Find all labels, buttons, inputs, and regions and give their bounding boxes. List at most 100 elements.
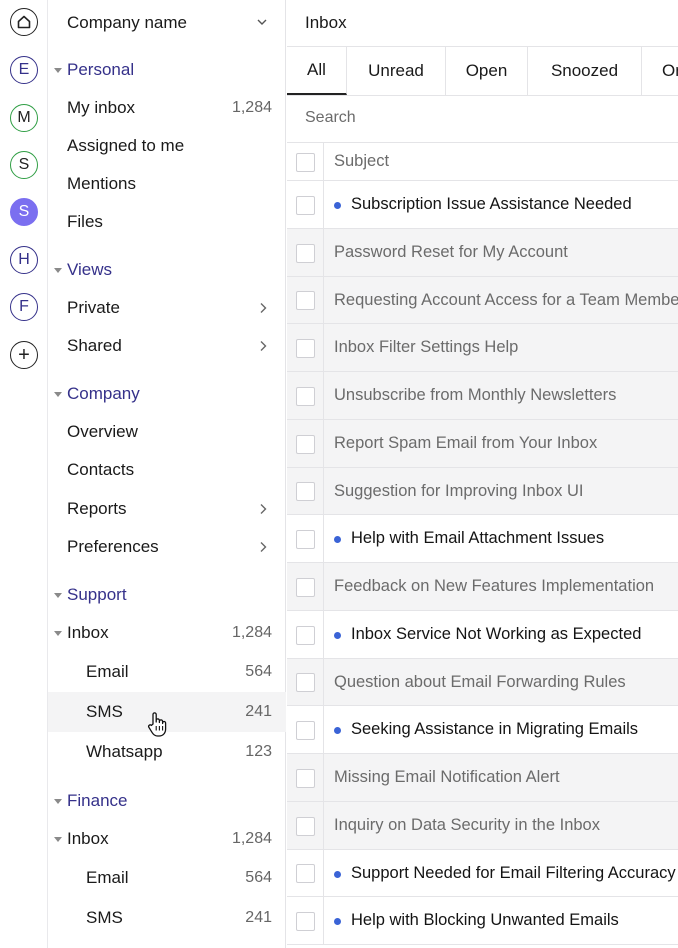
sidebar-item-label: Reports [67, 499, 127, 518]
workspace-f-button[interactable]: F [10, 293, 38, 321]
count-badge: 123 [245, 743, 272, 760]
workspace-letter: H [18, 251, 30, 268]
workspace-s-active-button[interactable]: S [10, 198, 38, 226]
row-checkbox[interactable] [296, 721, 315, 740]
table-row[interactable]: Inquiry on Data Security in the Inbox [287, 802, 678, 850]
sidebar: Company name Personal My inbox 1,284 Ass… [48, 0, 286, 948]
sidebar-item-shared[interactable]: Shared [48, 327, 286, 365]
section-heading: Support [67, 585, 127, 604]
sidebar-item-support-email[interactable]: Email 564 [48, 653, 286, 691]
row-checkbox[interactable] [296, 196, 315, 215]
company-switcher[interactable]: Company name [48, 0, 286, 46]
table-row[interactable]: Feedback on New Features Implementation [287, 563, 678, 611]
workspace-m-button[interactable]: M [10, 104, 38, 132]
count-badge: 241 [245, 909, 272, 926]
message-subject: Inbox Service Not Working as Expected [351, 625, 642, 643]
checkbox-cell [287, 420, 324, 467]
select-all-checkbox[interactable] [296, 153, 315, 172]
table-row[interactable]: Seeking Assistance in Migrating Emails [287, 706, 678, 754]
chevron-right-icon [260, 341, 267, 351]
workspace-h-button[interactable]: H [10, 246, 38, 274]
section-heading: Views [67, 260, 113, 279]
sidebar-item-preferences[interactable]: Preferences [48, 528, 286, 566]
table-row[interactable]: Question about Email Forwarding Rules [287, 659, 678, 706]
sidebar-item-assigned-to-me[interactable]: Assigned to me [48, 127, 286, 165]
section-support[interactable]: Support [48, 580, 286, 610]
checkbox-cell [287, 754, 324, 801]
checkbox-cell [287, 515, 324, 562]
workspace-letter: F [19, 298, 29, 315]
section-finance[interactable]: Finance [48, 786, 286, 816]
row-checkbox[interactable] [296, 435, 315, 454]
row-checkbox[interactable] [296, 912, 315, 931]
sidebar-item-label: Contacts [67, 460, 135, 479]
unread-dot-icon [334, 536, 341, 543]
sidebar-item-mentions[interactable]: Mentions [48, 165, 286, 203]
sidebar-item-contacts[interactable]: Contacts [48, 451, 286, 489]
sidebar-item-label: Overview [67, 422, 138, 441]
row-checkbox[interactable] [296, 769, 315, 788]
home-icon [17, 15, 31, 29]
row-checkbox[interactable] [296, 626, 315, 645]
sidebar-item-label: Assigned to me [67, 136, 185, 155]
count-badge: 564 [245, 869, 272, 886]
column-header-subject: Subject [334, 152, 390, 170]
tab-all[interactable]: All [287, 47, 347, 95]
table-row[interactable]: Report Spam Email from Your Inbox [287, 420, 678, 468]
row-checkbox[interactable] [296, 387, 315, 406]
table-row[interactable]: Support Needed for Email Filtering Accur… [287, 850, 678, 897]
table-row[interactable]: Missing Email Notification Alert [287, 754, 678, 802]
tab-label: All [307, 60, 326, 79]
row-checkbox[interactable] [296, 291, 315, 310]
row-checkbox[interactable] [296, 530, 315, 549]
search-input[interactable] [305, 109, 665, 127]
sidebar-item-finance-inbox[interactable]: Inbox 1,284 [48, 820, 286, 858]
unread-dot-icon [334, 727, 341, 734]
table-row[interactable]: Unsubscribe from Monthly Newsletters [287, 372, 678, 420]
section-personal[interactable]: Personal [48, 55, 286, 85]
row-checkbox[interactable] [296, 673, 315, 692]
section-company[interactable]: Company [48, 379, 286, 409]
workspace-e-button[interactable]: E [10, 56, 38, 84]
sidebar-item-finance-email[interactable]: Email 564 [48, 859, 286, 897]
row-checkbox[interactable] [296, 339, 315, 358]
row-checkbox[interactable] [296, 817, 315, 836]
tab-overflow[interactable]: On [642, 47, 678, 95]
table-row[interactable]: Password Reset for My Account [287, 229, 678, 277]
message-subject: Unsubscribe from Monthly Newsletters [334, 386, 617, 404]
sidebar-item-overview[interactable]: Overview [48, 413, 286, 451]
sidebar-item-my-inbox[interactable]: My inbox 1,284 [48, 89, 286, 127]
row-checkbox[interactable] [296, 244, 315, 263]
sidebar-item-private[interactable]: Private [48, 289, 286, 327]
table-row[interactable]: Suggestion for Improving Inbox UI [287, 468, 678, 515]
workspace-s-button[interactable]: S [10, 151, 38, 179]
table-row[interactable]: Help with Blocking Unwanted Emails [287, 897, 678, 945]
section-views[interactable]: Views [48, 255, 286, 285]
row-checkbox[interactable] [296, 482, 315, 501]
row-checkbox[interactable] [296, 578, 315, 597]
checkbox-cell [287, 181, 324, 228]
workspace-letter: S [18, 156, 30, 173]
tab-snoozed[interactable]: Snoozed [528, 47, 642, 95]
table-row[interactable]: Help with Email Attachment Issues [287, 515, 678, 563]
sidebar-item-reports[interactable]: Reports [48, 490, 286, 528]
table-row[interactable]: Requesting Account Access for a Team Mem… [287, 277, 678, 324]
checkbox-cell [287, 324, 324, 371]
checkbox-cell [287, 372, 324, 419]
row-checkbox[interactable] [296, 864, 315, 883]
sidebar-item-label: SMS [86, 702, 123, 721]
home-workspace-button[interactable] [10, 8, 38, 36]
sidebar-item-support-inbox[interactable]: Inbox 1,284 [48, 614, 286, 652]
unread-dot-icon [334, 202, 341, 209]
add-workspace-button[interactable]: + [10, 341, 38, 369]
tab-unread[interactable]: Unread [347, 47, 446, 95]
sidebar-item-files[interactable]: Files [48, 203, 286, 241]
tab-open[interactable]: Open [446, 47, 528, 95]
table-row[interactable]: Inbox Filter Settings Help [287, 324, 678, 372]
sidebar-item-label: Email [86, 868, 129, 887]
chevron-right-icon [260, 504, 267, 514]
table-row[interactable]: Inbox Service Not Working as Expected [287, 611, 678, 659]
sidebar-item-finance-sms[interactable]: SMS 241 [48, 899, 286, 937]
table-row[interactable]: Subscription Issue Assistance Needed [287, 181, 678, 229]
caret-down-icon [54, 392, 62, 397]
